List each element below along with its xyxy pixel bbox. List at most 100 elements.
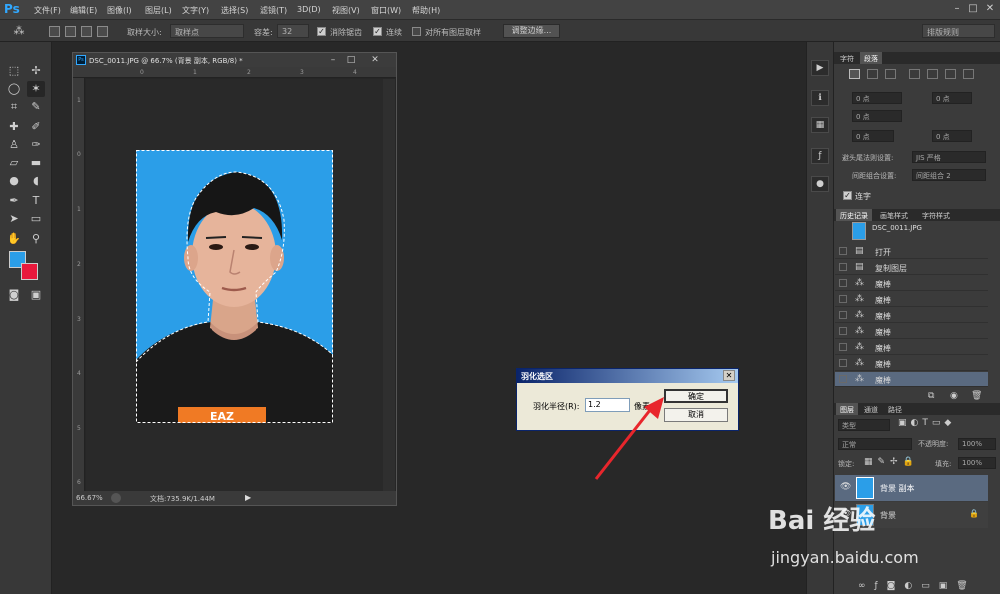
blend-mode-select[interactable]: 正常 [838, 438, 912, 450]
screen-mode-icon[interactable]: ▣ [27, 287, 45, 303]
history-brush-icon[interactable]: ✑ [27, 137, 45, 153]
shape-icon[interactable]: ▭ [27, 211, 45, 227]
intersect-selection-icon[interactable] [97, 26, 108, 37]
info-icon[interactable]: ℹ [811, 90, 829, 106]
doc-close-icon[interactable]: ✕ [368, 53, 382, 67]
hanging-select[interactable]: JIS 严格 [912, 151, 986, 163]
tab-paragraph[interactable]: 段落 [860, 52, 882, 64]
zoom-icon[interactable]: ⚲ [27, 231, 45, 247]
menu-3d[interactable]: 3D(D) [297, 5, 321, 14]
justify-right-icon[interactable] [945, 69, 956, 79]
fx-icon[interactable]: ƒ [811, 148, 829, 164]
space-after-input[interactable]: 0 点 [932, 130, 972, 142]
path-select-icon[interactable]: ➤ [5, 211, 23, 227]
menu-window[interactable]: 窗口(W) [371, 5, 401, 16]
maximize-icon[interactable]: □ [966, 2, 980, 16]
layer-footer-icons[interactable]: ∞ƒ◙◐▭▣🗑 [858, 581, 977, 591]
history-item[interactable]: ⁂ 魔棒 [835, 276, 988, 291]
layer-kind-filter[interactable]: 类型 [838, 419, 890, 431]
history-item[interactable]: ▤ 复制图层 [835, 260, 988, 275]
layer-filter-icons[interactable]: ▣◐T▭◆ [898, 418, 955, 428]
menu-select[interactable]: 选择(S) [221, 5, 248, 16]
minimize-icon[interactable]: – [950, 2, 964, 16]
magic-wand-preset-icon[interactable]: ⁂ [10, 23, 28, 39]
ok-button[interactable]: 确定 [664, 389, 728, 403]
tab-history[interactable]: 历史记录 [836, 209, 872, 221]
workspace-select[interactable]: 排版规则 [922, 24, 995, 38]
all-layers-checkbox[interactable] [412, 27, 421, 36]
status-arrow-icon[interactable]: ▶ [245, 493, 251, 502]
spacing-select[interactable]: 间距组合 2 [912, 169, 986, 181]
tab-char-styles[interactable]: 字符样式 [918, 209, 954, 221]
indent-first-input[interactable]: 0 点 [852, 110, 902, 122]
kuler-icon[interactable]: ● [811, 176, 829, 192]
justify-all-icon[interactable] [963, 69, 974, 79]
justify-left-icon[interactable] [909, 69, 920, 79]
tab-channels[interactable]: 通道 [860, 403, 882, 415]
pen-icon[interactable]: ✒ [5, 193, 23, 209]
doc-maximize-icon[interactable]: □ [344, 53, 358, 67]
menu-help[interactable]: 帮助(H) [412, 5, 440, 16]
vertical-scrollbar[interactable] [383, 79, 395, 491]
tab-layers[interactable]: 图层 [836, 403, 858, 415]
tolerance-input[interactable]: 32 [277, 24, 309, 38]
align-center-icon[interactable] [867, 69, 878, 79]
snapshot-camera-icon[interactable]: ◉ [950, 391, 958, 401]
marquee-icon[interactable]: ⬚ [5, 63, 23, 79]
antialias-checkbox[interactable]: ✓ [317, 27, 326, 36]
dodge-icon[interactable]: ◖ [27, 173, 45, 189]
status-info-icon[interactable] [111, 493, 121, 503]
zoom-level[interactable]: 66.67% [76, 494, 103, 502]
space-before-input[interactable]: 0 点 [852, 130, 894, 142]
quick-mask-icon[interactable]: ◙ [5, 287, 23, 303]
add-selection-icon[interactable] [65, 26, 76, 37]
history-item[interactable]: ⁂ 魔棒 [835, 292, 988, 307]
align-right-icon[interactable] [885, 69, 896, 79]
menu-image[interactable]: 图像(I) [107, 5, 132, 16]
menu-filter[interactable]: 滤镜(T) [260, 5, 287, 16]
contiguous-checkbox[interactable]: ✓ [373, 27, 382, 36]
portrait-photo[interactable]: EAZ [136, 150, 333, 423]
blur-icon[interactable]: ● [5, 173, 23, 189]
opacity-input[interactable]: 100% [958, 438, 996, 450]
tab-brush-presets[interactable]: 画笔样式 [876, 209, 912, 221]
gradient-icon[interactable]: ▬ [27, 155, 45, 171]
lasso-icon[interactable]: ◯ [5, 81, 23, 97]
subtract-selection-icon[interactable] [81, 26, 92, 37]
snapshot-label[interactable]: DSC_0011.JPG [872, 224, 922, 232]
menu-file[interactable]: 文件(F) [34, 5, 61, 16]
hyphenate-checkbox[interactable]: ✓ [843, 191, 852, 200]
brush-icon[interactable]: ✐ [27, 119, 45, 135]
magic-wand-icon[interactable]: ✶ [27, 81, 45, 97]
doc-minimize-icon[interactable]: – [326, 53, 340, 67]
close-icon[interactable]: ✕ [983, 2, 997, 16]
menu-edit[interactable]: 编辑(E) [70, 5, 97, 16]
align-left-icon[interactable] [849, 69, 860, 79]
tab-character[interactable]: 字符 [836, 52, 858, 64]
eraser-icon[interactable]: ▱ [5, 155, 23, 171]
history-item[interactable]: ▤ 打开 [835, 244, 988, 259]
menu-view[interactable]: 视图(V) [332, 5, 360, 16]
clone-stamp-icon[interactable]: ♙ [5, 137, 23, 153]
tab-paths[interactable]: 路径 [884, 403, 906, 415]
history-item[interactable]: ⁂ 魔棒 [835, 324, 988, 339]
type-icon[interactable]: T [27, 193, 45, 209]
indent-right-input[interactable]: 0 点 [932, 92, 972, 104]
history-item-active[interactable]: ⁂ 魔棒 [835, 372, 988, 387]
indent-left-input[interactable]: 0 点 [852, 92, 902, 104]
eyedropper-icon[interactable]: ✎ [27, 99, 45, 115]
eye-icon[interactable]: 👁 [840, 482, 851, 492]
delete-state-icon[interactable]: 🗑 [971, 391, 982, 401]
play-icon[interactable]: ▶ [811, 60, 829, 76]
crop-icon[interactable]: ⌗ [5, 99, 23, 115]
healing-icon[interactable]: ✚ [5, 119, 23, 135]
move-icon[interactable]: ✢ [27, 63, 45, 79]
menu-type[interactable]: 文字(Y) [182, 5, 209, 16]
sample-size-select[interactable]: 取样点 [170, 24, 244, 38]
history-item[interactable]: ⁂ 魔棒 [835, 356, 988, 371]
history-item[interactable]: ⁂ 魔棒 [835, 308, 988, 323]
new-doc-from-state-icon[interactable]: ⧉ [928, 391, 934, 401]
refine-edge-button[interactable]: 调整边缘... [503, 24, 560, 38]
background-color-swatch[interactable] [21, 263, 38, 280]
new-selection-icon[interactable] [49, 26, 60, 37]
